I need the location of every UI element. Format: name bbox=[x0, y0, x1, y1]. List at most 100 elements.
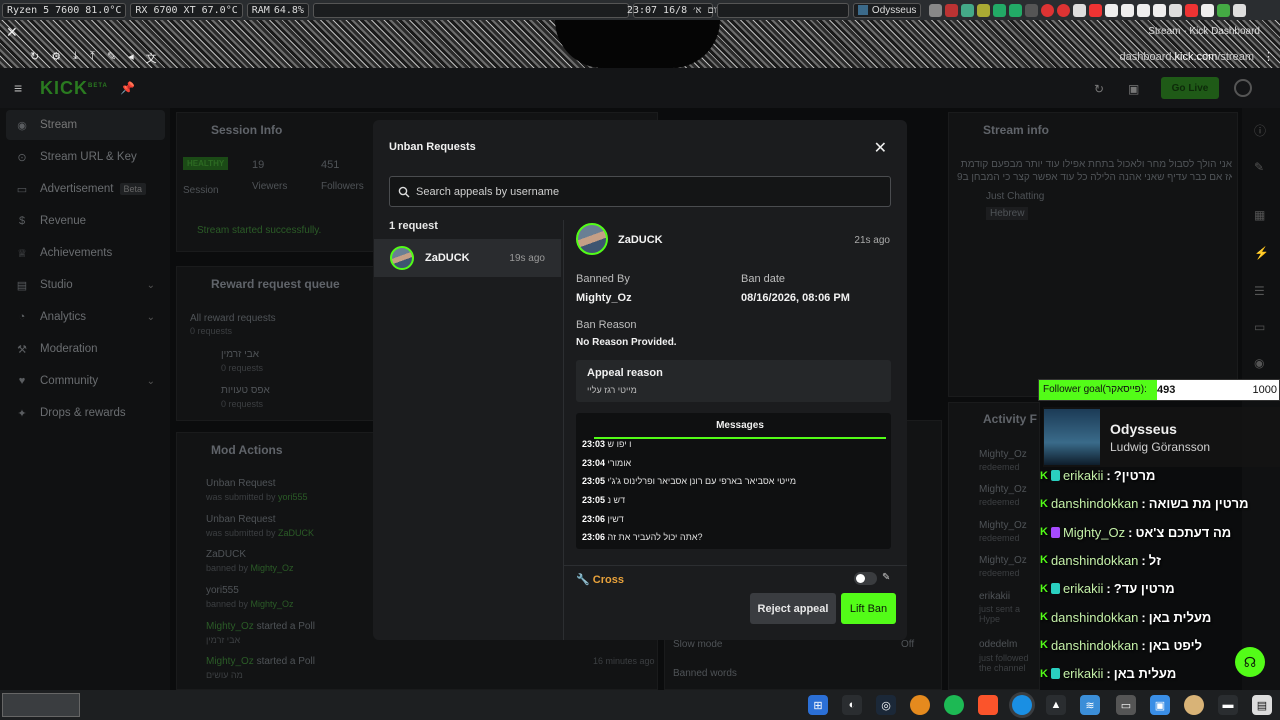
refresh-icon[interactable]: ↻ bbox=[1094, 82, 1104, 96]
media-widget[interactable]: Odysseus bbox=[852, 2, 922, 18]
kick-badge-icon: K bbox=[1040, 639, 1048, 652]
kick-logo[interactable]: KICKBETA bbox=[40, 78, 108, 99]
tray-icon[interactable] bbox=[929, 3, 943, 17]
chat-icon[interactable]: ▭ bbox=[1254, 320, 1265, 334]
tray-icon[interactable] bbox=[1041, 3, 1055, 17]
tray-icon[interactable] bbox=[961, 3, 975, 17]
sidebar-item-achievements[interactable]: ♕ Achievements bbox=[6, 238, 165, 268]
sidebar-item-analytics[interactable]: ◔ Analytics ⌄ bbox=[6, 302, 165, 332]
store-icon[interactable]: ▣ bbox=[1150, 695, 1170, 715]
tray-icon[interactable] bbox=[1137, 3, 1151, 17]
trophy-icon: ♕ bbox=[17, 247, 27, 260]
lift-ban-button[interactable]: Lift Ban bbox=[841, 593, 896, 624]
sidebar-item-stream-url[interactable]: ⊙ Stream URL & Key bbox=[6, 142, 165, 172]
tray-icon[interactable] bbox=[1217, 3, 1231, 17]
url-bar[interactable]: dashboard.kick.com/stream bbox=[1119, 51, 1254, 63]
tray-icon[interactable] bbox=[1057, 3, 1071, 17]
terminal-icon[interactable]: ▬ bbox=[1218, 695, 1238, 715]
close-icon[interactable]: ✕ bbox=[874, 138, 887, 158]
files-icon[interactable]: ▭ bbox=[1116, 695, 1136, 715]
sidebar-item-studio[interactable]: ▤ Studio ⌄ bbox=[6, 270, 165, 300]
profile-avatar[interactable] bbox=[1234, 79, 1252, 97]
camera-icon[interactable]: ▣ bbox=[1128, 82, 1139, 96]
browser-icon[interactable] bbox=[1012, 695, 1032, 715]
tray-icon[interactable] bbox=[1153, 3, 1167, 17]
search-input[interactable]: Search appeals by username bbox=[389, 176, 891, 207]
go-live-button[interactable]: Go Live bbox=[1161, 77, 1219, 99]
upload-icon[interactable]: ⤒ bbox=[90, 50, 95, 66]
moderator-name[interactable]: 🔧 Cross bbox=[576, 573, 624, 586]
layers-icon[interactable]: ≋ bbox=[1080, 695, 1100, 715]
bolt-icon[interactable]: ⚡ bbox=[1254, 246, 1269, 260]
menu-icon[interactable]: ⋮ bbox=[1263, 50, 1274, 63]
discord-icon[interactable]: ◐ bbox=[842, 695, 862, 715]
inkscape-icon[interactable]: ▲ bbox=[1046, 695, 1066, 715]
tray-icon[interactable] bbox=[1185, 3, 1199, 17]
pencil-icon[interactable]: ✎ bbox=[882, 572, 890, 583]
reload-icon[interactable]: ↻ bbox=[30, 50, 39, 66]
grid-icon[interactable]: ▦ bbox=[1254, 208, 1265, 222]
sidebar-item-moderation[interactable]: ⚒ Moderation bbox=[6, 334, 165, 364]
edit-icon[interactable]: ✎ bbox=[1254, 160, 1264, 174]
tray-icon[interactable] bbox=[1169, 3, 1183, 17]
tray-icon[interactable] bbox=[1121, 3, 1135, 17]
tray-icon[interactable] bbox=[1089, 3, 1103, 17]
kick-badge-icon: K bbox=[1040, 469, 1048, 482]
window-bar[interactable] bbox=[716, 2, 849, 18]
tray-icon[interactable] bbox=[993, 3, 1007, 17]
mod-action-title: Mighty_Oz started a Poll bbox=[206, 656, 315, 667]
tray-icon[interactable] bbox=[1105, 3, 1119, 17]
message-row: 23:05 מייטי אסביאר בארפי עם רונן אסביאר … bbox=[582, 476, 796, 486]
tray-icon[interactable] bbox=[1201, 3, 1215, 17]
panel-title: Reward request queue bbox=[211, 277, 340, 291]
messages-panel[interactable]: Messages 23:03 ו יפו ש 23:04 אומורי 23:0… bbox=[576, 413, 891, 549]
tray-icon[interactable] bbox=[1073, 3, 1087, 17]
chart-icon: ◔ bbox=[18, 311, 26, 323]
tab-messages[interactable]: Messages bbox=[594, 420, 886, 439]
chat-message: K Mighty_Oz : מה דעתכם צ'אט bbox=[1040, 525, 1231, 540]
translate-icon[interactable]: 文 bbox=[146, 50, 157, 66]
follower-goal-label: Follower goal(פייסאקר): bbox=[1043, 384, 1147, 395]
sidebar-item-stream[interactable]: ◉ Stream bbox=[6, 110, 165, 140]
broadcast-icon[interactable]: ◉ bbox=[1254, 356, 1264, 370]
hamburger-icon[interactable]: ≡ bbox=[14, 80, 22, 96]
chat-text: מרטין מת בשואה bbox=[1148, 496, 1249, 512]
spotify-icon[interactable] bbox=[944, 695, 964, 715]
extension-icon[interactable]: ✎ bbox=[107, 50, 116, 66]
audio-icon[interactable]: ◂ bbox=[128, 50, 134, 66]
tray-icon[interactable] bbox=[1025, 3, 1039, 17]
chat-text: מה דעתכם צ'אט bbox=[1135, 524, 1232, 540]
sidebar-item-advertisement[interactable]: ▭ Advertisement Beta bbox=[6, 174, 165, 204]
workspace-bar[interactable] bbox=[312, 2, 629, 18]
sidebar-item-community[interactable]: ♥ Community ⌄ bbox=[6, 366, 165, 396]
workspace-switcher[interactable] bbox=[2, 693, 80, 717]
steam-icon[interactable]: ◎ bbox=[876, 695, 896, 715]
firefox-icon[interactable] bbox=[910, 695, 930, 715]
settings-icon[interactable]: ⚙ bbox=[51, 50, 61, 66]
chat-support-button[interactable]: ☊ bbox=[1235, 647, 1265, 677]
download-icon[interactable]: ⤓ bbox=[73, 50, 78, 66]
activity-sub: redeemed bbox=[979, 497, 1020, 507]
sidebar-item-revenue[interactable]: $ Revenue bbox=[6, 206, 165, 236]
windows-app-icon[interactable]: ⊞ bbox=[808, 695, 828, 715]
reject-appeal-button[interactable]: Reject appeal bbox=[750, 593, 836, 624]
tray-icon[interactable] bbox=[945, 3, 959, 17]
appeal-reason-text: מייטי רגז עליי bbox=[587, 385, 637, 395]
list-icon[interactable]: ☰ bbox=[1254, 284, 1265, 298]
tray-icon[interactable] bbox=[1009, 3, 1023, 17]
chat-separator: : bbox=[1106, 666, 1111, 682]
ban-date-label: Ban date bbox=[741, 273, 786, 285]
brave-icon[interactable] bbox=[978, 695, 998, 715]
toggle-switch[interactable] bbox=[854, 572, 877, 585]
pin-icon[interactable]: 📌 bbox=[120, 81, 135, 95]
app-icon[interactable] bbox=[1184, 695, 1204, 715]
activity-user: erikakii bbox=[979, 591, 1011, 602]
tray-icon[interactable] bbox=[1233, 3, 1247, 17]
activity-feed-panel: Activity F Mighty_Oz redeemed Mighty_Oz … bbox=[948, 402, 1040, 690]
tray-icon[interactable] bbox=[977, 3, 991, 17]
request-list-item[interactable]: ZaDUCK 19s ago bbox=[374, 239, 561, 277]
info-icon[interactable]: ⓘ bbox=[1254, 122, 1266, 139]
close-tab-icon[interactable]: ✕ bbox=[6, 24, 18, 41]
app-icon[interactable]: ▤ bbox=[1252, 695, 1272, 715]
sidebar-item-drops[interactable]: ✦ Drops & rewards bbox=[6, 398, 165, 428]
